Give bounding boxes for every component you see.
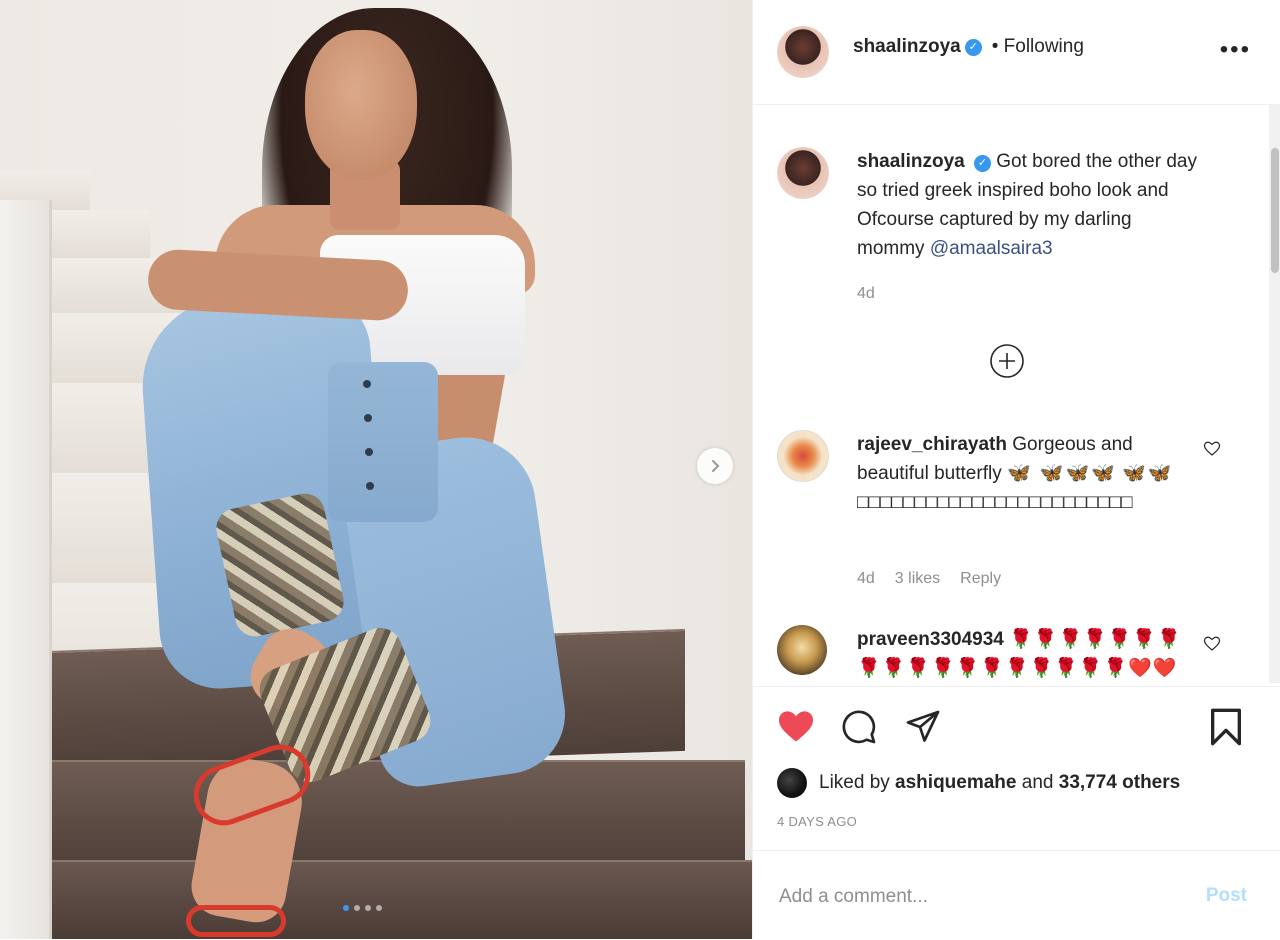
- person-face: [305, 30, 417, 180]
- comment-item: praveen3304934 🌹🌹🌹🌹🌹🌹🌹 🌹🌹🌹🌹🌹🌹🌹🌹🌹🌹🌹❤️❤️❤️: [777, 625, 1221, 685]
- verified-badge-icon: ✓: [964, 38, 982, 56]
- scrollbar-thumb[interactable]: [1271, 148, 1279, 273]
- likes-summary: Liked by ashiquemahe and 33,774 others: [777, 768, 1180, 798]
- liker-avatar[interactable]: [777, 768, 807, 798]
- author-row: shaalinzoya ✓ • Following: [853, 36, 1084, 58]
- comment-meta: 4d 3 likes Reply: [857, 570, 1001, 588]
- sandal-sole: [186, 905, 286, 937]
- pants-button: [366, 482, 374, 490]
- pants-button: [365, 448, 373, 456]
- comment-text: rajeev_chirayath Gorgeous and beautiful …: [857, 430, 1197, 517]
- likes-text[interactable]: Liked by ashiquemahe and 33,774 others: [819, 772, 1180, 794]
- comment-like-heart-icon[interactable]: [1203, 635, 1221, 653]
- caption-meta: 4d: [857, 285, 875, 303]
- comments-list[interactable]: shaalinzoya ✓ Got bored the other day so…: [753, 105, 1280, 685]
- comment-bubble-icon[interactable]: [840, 709, 878, 745]
- pagination-dot-active: [343, 905, 349, 911]
- comment-username[interactable]: rajeev_chirayath: [857, 434, 1007, 455]
- stair-railing-wall: [0, 200, 52, 939]
- author-username[interactable]: shaalinzoya: [853, 36, 961, 58]
- person-pants-waist: [328, 362, 438, 522]
- post-side-panel: shaalinzoya ✓ • Following ••• shaalinzoy…: [752, 0, 1280, 939]
- likes-others-count[interactable]: 33,774 others: [1059, 772, 1180, 793]
- verified-badge-icon: ✓: [974, 155, 991, 172]
- load-more-comments-icon[interactable]: [989, 343, 1025, 379]
- photo-pagination-dots: [343, 905, 382, 911]
- comment-emoji: 🦋🦋: [1122, 463, 1174, 484]
- comment-composer: Post: [753, 850, 1280, 940]
- pants-button: [364, 414, 372, 422]
- pagination-dot: [354, 905, 360, 911]
- more-options-icon[interactable]: •••: [1220, 38, 1251, 62]
- post-comment-button[interactable]: Post: [1206, 885, 1247, 907]
- caption-text: shaalinzoya ✓ Got bored the other day so…: [857, 147, 1197, 263]
- comments-scrollbar[interactable]: [1269, 105, 1280, 683]
- comment-reply-button[interactable]: Reply: [960, 570, 1001, 588]
- pagination-dot: [376, 905, 382, 911]
- post-photo[interactable]: [0, 0, 752, 939]
- comment-username[interactable]: praveen3304934: [857, 629, 1004, 650]
- comment-emoji: 🦋 🦋🦋🦋: [1006, 463, 1117, 484]
- liked-by-and: and: [1016, 772, 1059, 793]
- comment-text: praveen3304934 🌹🌹🌹🌹🌹🌹🌹 🌹🌹🌹🌹🌹🌹🌹🌹🌹🌹🌹❤️❤️❤️: [857, 625, 1197, 685]
- caption: shaalinzoya ✓ Got bored the other day so…: [777, 147, 1197, 327]
- chevron-right-icon: [712, 460, 720, 472]
- caption-mention-link[interactable]: @amaalsaira3: [930, 238, 1053, 259]
- pagination-dot: [365, 905, 371, 911]
- save-bookmark-icon[interactable]: [1209, 707, 1243, 747]
- caption-time[interactable]: 4d: [857, 285, 875, 303]
- comment-item: rajeev_chirayath Gorgeous and beautiful …: [777, 430, 1221, 590]
- add-comment-input[interactable]: [777, 879, 1181, 915]
- comment-unrendered-glyphs: □□□□□□□□□□□□□□□□□□□□□□□□: [857, 492, 1133, 513]
- following-button[interactable]: • Following: [992, 36, 1084, 58]
- comment-like-heart-icon[interactable]: [1203, 440, 1221, 458]
- liked-by-prefix: Liked by: [819, 772, 896, 793]
- comment-avatar[interactable]: [777, 430, 829, 482]
- pants-button: [363, 380, 371, 388]
- caption-username[interactable]: shaalinzoya: [857, 151, 965, 172]
- post-header: shaalinzoya ✓ • Following •••: [753, 0, 1280, 105]
- post-actions: Liked by ashiquemahe and 33,774 others 4…: [753, 686, 1280, 847]
- liked-by-user[interactable]: ashiquemahe: [895, 772, 1016, 793]
- caption-author-avatar[interactable]: [777, 147, 829, 199]
- comment-emoji: 🌹🌹🌹🌹🌹🌹🌹🌹🌹🌹🌹❤️❤️❤️: [857, 658, 1178, 679]
- like-heart-icon[interactable]: [777, 709, 815, 743]
- stair-step-dark: [45, 860, 752, 939]
- author-avatar[interactable]: [777, 26, 829, 78]
- stair-step: [40, 210, 150, 261]
- comment-emoji: 🌹🌹🌹🌹🌹🌹🌹: [1009, 629, 1182, 650]
- next-photo-button[interactable]: [697, 448, 733, 484]
- share-direct-icon[interactable]: [903, 709, 943, 745]
- post-timestamp[interactable]: 4 DAYS AGO: [777, 814, 857, 829]
- comment-avatar[interactable]: [777, 625, 827, 675]
- comment-time[interactable]: 4d: [857, 570, 875, 588]
- comment-likes-count[interactable]: 3 likes: [895, 570, 940, 588]
